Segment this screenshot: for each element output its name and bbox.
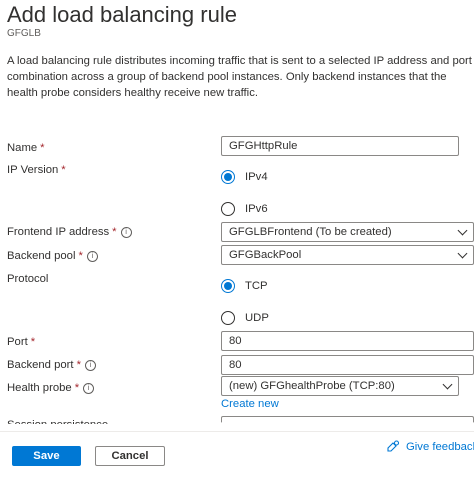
give-feedback-link[interactable]: Give feedback [387,440,474,453]
frontend-ip-label: Frontend IP address * i [7,226,132,238]
session-persistence-select[interactable]: None [221,416,474,423]
chevron-down-icon [442,379,453,390]
feedback-icon [387,440,400,452]
ipv4-radio-label: IPv4 [245,171,268,183]
info-icon[interactable]: i [120,227,132,238]
cancel-button[interactable]: Cancel [95,446,165,466]
tcp-radio[interactable]: TCP [221,276,268,296]
udp-radio[interactable]: UDP [221,308,269,328]
save-button[interactable]: Save [12,446,81,466]
ipv6-radio-label: IPv6 [245,203,268,215]
info-icon[interactable]: i [84,360,96,371]
info-icon[interactable]: i [83,383,95,394]
health-probe-value: (new) GFGhealthProbe (TCP:80) [229,380,395,392]
footer-divider [0,431,474,432]
chevron-down-icon [457,248,468,259]
ipv4-radio[interactable]: IPv4 [221,167,268,187]
ip-version-label: IP Version * [7,164,66,176]
health-probe-label: Health probe * i [7,382,95,394]
frontend-ip-value: GFGLBFrontend (To be created) [229,226,392,238]
backend-port-label: Backend port * i [7,359,96,371]
health-probe-select[interactable]: (new) GFGhealthProbe (TCP:80) [221,376,459,396]
radio-selected-icon [221,279,235,293]
panel-title: Add load balancing rule [7,2,237,27]
panel-subtitle: GFGLB [7,28,41,39]
session-persistence-label: Session persistence [7,419,109,431]
backend-pool-select[interactable]: GFGBackPool [221,245,474,265]
panel-description: A load balancing rule distributes incomi… [7,55,472,99]
backend-port-input[interactable]: 80 [221,355,474,375]
tcp-radio-label: TCP [245,280,268,292]
radio-unselected-icon [221,311,235,325]
chevron-down-icon [457,225,468,236]
protocol-label: Protocol [7,273,49,285]
create-new-link[interactable]: Create new [221,398,279,410]
port-label: Port * [7,336,36,348]
backend-pool-label: Backend pool * i [7,250,98,262]
backend-pool-value: GFGBackPool [229,249,302,261]
frontend-ip-select[interactable]: GFGLBFrontend (To be created) [221,222,474,242]
port-input[interactable]: 80 [221,331,474,351]
udp-radio-label: UDP [245,312,269,324]
give-feedback-label: Give feedback [406,440,474,453]
radio-unselected-icon [221,202,235,216]
ipv6-radio[interactable]: IPv6 [221,199,268,219]
name-input[interactable]: GFGHttpRule [221,136,459,156]
info-icon[interactable]: i [86,251,98,262]
radio-selected-icon [221,170,235,184]
name-label: Name * [7,142,45,154]
